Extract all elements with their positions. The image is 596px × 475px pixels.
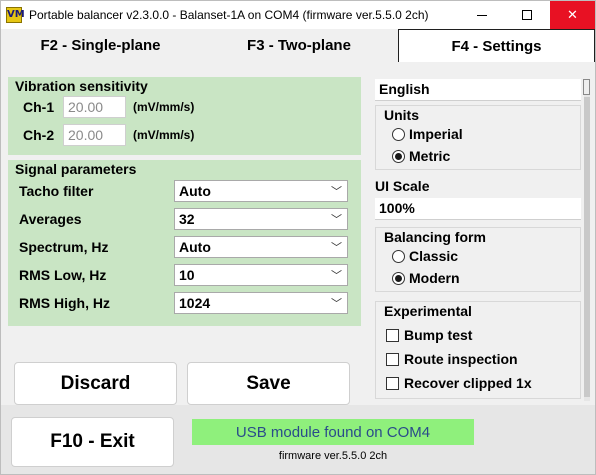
bump-test-checkbox[interactable]: Bump test [386,327,472,343]
radio-on-icon [392,271,405,285]
tacho-filter-label: Tacho filter [19,183,94,199]
vibration-sensitivity-title: Vibration sensitivity [15,78,148,94]
ui-scale-input[interactable]: 100% [375,198,581,220]
route-inspection-checkbox[interactable]: Route inspection [386,351,518,367]
signal-parameters-panel: Signal parameters Tacho filter Auto ﹀ Av… [8,160,361,326]
experimental-title: Experimental [384,303,472,319]
tab-bar: F2 - Single-plane F3 - Two-plane F4 - Se… [1,29,595,62]
rms-low-value: 10 [179,267,195,283]
radio-off-icon [392,249,405,263]
spectrum-label: Spectrum, Hz [19,239,109,255]
spectrum-value: Auto [179,239,211,255]
tab-single-plane[interactable]: F2 - Single-plane [1,30,200,61]
minimize-icon [476,14,487,16]
metric-label: Metric [409,148,451,164]
chevron-down-icon: ﹀ [331,298,342,310]
title-bar: VM Portable balancer v2.3.0.0 - Balanset… [1,1,595,29]
radio-off-icon [392,127,405,141]
units-group: Units Imperial Metric [375,105,581,170]
spectrum-select[interactable]: Auto ﹀ [174,236,348,258]
close-button[interactable]: ✕ [550,1,595,29]
imperial-label: Imperial [409,126,463,142]
ch1-sensitivity-input[interactable]: 20.00 [63,96,126,118]
tab-two-plane[interactable]: F3 - Two-plane [200,30,398,61]
tab-settings[interactable]: F4 - Settings [398,29,595,62]
rms-low-select[interactable]: 10 ﹀ [174,264,348,286]
classic-radio[interactable]: Classic [392,248,458,264]
ch2-unit-label: (mV/mm/s) [133,128,195,142]
checkbox-icon [386,328,399,342]
rms-high-select[interactable]: 1024 ﹀ [174,292,348,314]
ch1-unit-label: (mV/mm/s) [133,100,195,114]
firmware-label: firmware ver.5.5.0 2ch [278,450,388,462]
rms-high-label: RMS High, Hz [19,295,110,311]
chevron-down-icon: ﹀ [331,186,342,198]
ch1-label: Ch-1 [23,99,55,115]
chevron-down-icon: ﹀ [331,242,342,254]
close-icon: ✕ [567,7,578,22]
language-select[interactable]: English [375,79,581,101]
modern-radio[interactable]: Modern [392,270,460,286]
averages-value: 32 [179,211,195,227]
tacho-filter-value: Auto [179,183,211,199]
averages-label: Averages [19,211,82,227]
rms-low-label: RMS Low, Hz [19,267,107,283]
save-button[interactable]: Save [187,362,350,405]
discard-button[interactable]: Discard [14,362,177,405]
modern-label: Modern [409,270,460,286]
rms-high-value: 1024 [179,295,211,311]
ui-scale-label: UI Scale [375,178,430,194]
exit-button[interactable]: F10 - Exit [11,417,174,467]
checkbox-icon [386,376,399,390]
averages-select[interactable]: 32 ﹀ [174,208,348,230]
ch2-sensitivity-input[interactable]: 20.00 [63,124,126,146]
recover-clipped-label: Recover clipped 1x [404,375,532,391]
chevron-down-icon: ﹀ [331,270,342,282]
tacho-filter-select[interactable]: Auto ﹀ [174,180,348,202]
vibration-sensitivity-panel: Vibration sensitivity Ch-1 20.00 (mV/mm/… [8,77,361,155]
bump-test-label: Bump test [404,327,473,343]
minimize-button[interactable] [459,1,504,29]
imperial-radio[interactable]: Imperial [392,126,463,142]
app-window: VM Portable balancer v2.3.0.0 - Balanset… [0,0,596,475]
ch2-label: Ch-2 [23,127,55,143]
window-title: Portable balancer v2.3.0.0 - Balanset-1A… [29,8,429,22]
radio-on-icon [392,149,405,163]
app-logo-icon: VM [6,7,25,23]
recover-clipped-checkbox[interactable]: Recover clipped 1x [386,375,532,391]
checkbox-icon [386,352,399,366]
metric-radio[interactable]: Metric [392,148,450,164]
balancing-form-group: Balancing form Classic Modern [375,227,581,292]
route-inspection-label: Route inspection [404,351,518,367]
balancing-form-title: Balancing form [384,229,486,245]
maximize-icon [521,10,532,20]
chevron-down-icon: ﹀ [331,214,342,226]
units-title: Units [384,107,419,123]
classic-label: Classic [409,248,459,264]
scroll-up-arrow[interactable] [583,79,590,95]
signal-parameters-title: Signal parameters [15,161,137,177]
status-badge: USB module found on COM4 [192,419,474,445]
maximize-button[interactable] [504,1,549,29]
scrollbar-thumb[interactable] [584,97,590,397]
experimental-group: Experimental Bump test Route inspection … [375,301,581,399]
